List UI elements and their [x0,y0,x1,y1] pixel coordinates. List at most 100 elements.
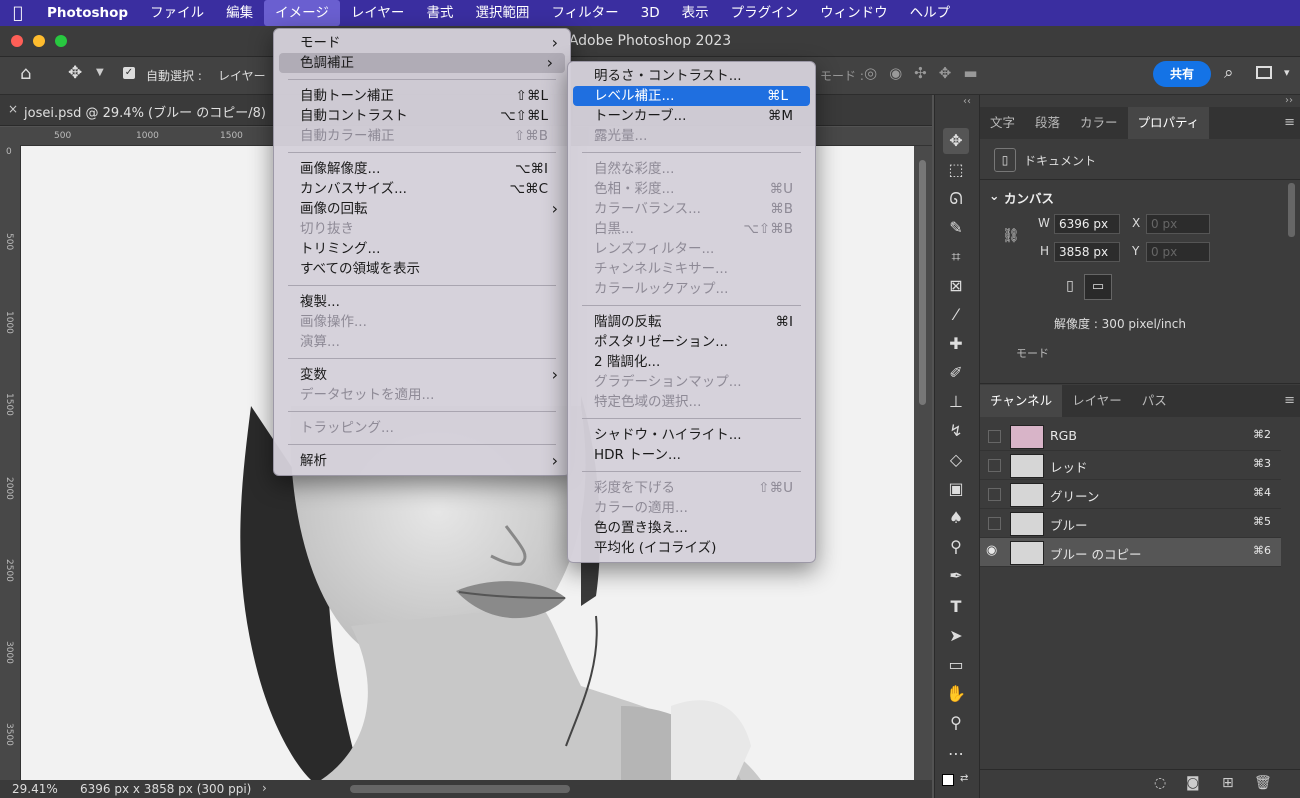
channel-row[interactable]: ◉ ブルー のコピー ⌘6 [980,538,1281,567]
foreground-color-swatch[interactable] [942,774,954,786]
landscape-orientation-icon[interactable]: ▭ [1084,274,1112,300]
menu-item[interactable]: 画像の回転 › [274,199,570,219]
link-icon[interactable]: ⛓ [1002,228,1020,244]
portrait-orientation-icon[interactable]: ▯ [1060,275,1080,297]
crop-tool-icon[interactable]: ⌗ [943,244,969,270]
path-select-tool-icon[interactable]: ➤ [943,623,969,649]
visibility-toggle[interactable] [988,488,1001,501]
tab-text[interactable]: 文字 [980,107,1025,139]
menu-item[interactable]: 自動コントラスト ⌥⇧⌘L [274,106,570,126]
menu-item[interactable]: 複製... [274,292,570,312]
expand-icon[interactable]: ›› [1285,95,1293,106]
chevron-right-icon[interactable]: › [262,781,267,795]
menubar-item[interactable]: レイヤー [340,0,416,26]
panel-menu-icon[interactable]: ≡ [1284,115,1295,130]
visibility-toggle[interactable] [988,430,1001,443]
search-icon[interactable]: ⌕ [1224,63,1234,83]
close-tab-icon[interactable]: × [8,102,18,116]
zoom-level[interactable]: 29.41% [12,782,58,796]
tab-layers[interactable]: レイヤー [1062,385,1132,417]
share-button[interactable]: 共有 [1153,61,1211,87]
menu-item[interactable]: 自動トーン補正 ⇧⌘L [274,86,570,106]
menu-item[interactable]: シャドウ・ハイライト... [568,425,815,445]
tab-channels[interactable]: チャンネル [980,385,1063,417]
menubar-item[interactable]: イメージ [264,0,340,26]
pen-tool-icon[interactable]: ✒ [943,563,969,589]
menu-item[interactable]: 2 階調化... [568,352,815,372]
lasso-tool-icon[interactable]: ᘏ [943,186,969,212]
menu-item[interactable]: トーンカーブ... ⌘M [568,106,815,126]
menubar-item[interactable]: ウィンドウ [809,0,899,26]
height-field[interactable]: 3858 px [1054,242,1120,262]
menu-item[interactable]: 階調の反転 ⌘I [568,312,815,332]
tab-paths[interactable]: パス [1132,385,1177,417]
menu-item[interactable]: 色調補正 › [279,53,565,73]
channel-row[interactable]: レッド ⌘3 [980,451,1281,480]
menubar-item[interactable]: 選択範囲 [464,0,540,26]
swap-colors-icon[interactable]: ⇄ [960,773,968,784]
move-tool-icon[interactable]: ✥ [943,128,969,154]
frame-tool-icon[interactable]: ⊠ [943,273,969,299]
tab-properties[interactable]: プロパティ [1127,107,1210,139]
menu-item[interactable]: トリミング... [274,239,570,259]
save-selection-icon[interactable]: ◙ [1186,775,1200,791]
chevron-down-icon[interactable]: ▾ [1284,66,1290,79]
menu-item[interactable]: カンバスサイズ... ⌥⌘C [274,179,570,199]
y-field[interactable]: 0 px [1146,242,1210,262]
canvas-section-chevron-icon[interactable]: ⌄ [989,188,999,203]
channel-row[interactable]: RGB ⌘2 [980,422,1281,451]
chevron-down-icon[interactable]: ▼ [96,67,104,78]
3d-tools-icons[interactable]: ◎◉✣✥▬ [864,64,990,82]
menubar-item[interactable]: ヘルプ [899,0,962,26]
quick-select-tool-icon[interactable]: ✎ [943,215,969,241]
menu-item[interactable]: 変数 › [274,365,570,385]
canvas-section-title[interactable]: カンバス [1004,188,1054,207]
menu-item[interactable]: HDR トーン... [568,445,815,465]
horizontal-scrollbar-thumb[interactable] [350,785,570,793]
channel-row[interactable]: グリーン ⌘4 [980,480,1281,509]
document-tab-title[interactable]: josei.psd @ 29.4% (ブルー のコピー/8) [24,102,266,121]
marquee-tool-icon[interactable]: ⬚ [943,157,969,183]
menubar-item[interactable]: ファイル [139,0,215,26]
workspace-icon[interactable] [1256,66,1272,79]
move-tool-options-icon[interactable]: ✥ [68,63,82,83]
hand-tool-icon[interactable]: ✋ [943,681,969,707]
brush-tool-icon[interactable]: ✐ [943,360,969,386]
channel-row[interactable]: ブルー ⌘5 [980,509,1281,538]
more-tools-icon[interactable]: ⋯ [943,741,969,767]
delete-channel-icon[interactable]: 🗑 [1254,775,1272,791]
tab-paragraph[interactable]: 段落 [1025,107,1070,139]
menu-item[interactable]: 平均化 (イコライズ) [568,538,815,558]
blur-tool-icon[interactable]: ♠ [943,505,969,531]
properties-scrollbar-thumb[interactable] [1288,183,1295,237]
visibility-eye-icon[interactable]: ◉ [986,543,997,558]
eraser-tool-icon[interactable]: ◇ [943,447,969,473]
x-field[interactable]: 0 px [1146,214,1210,234]
vertical-scrollbar-thumb[interactable] [919,160,926,405]
type-tool-icon[interactable]: T [943,594,969,620]
app-menu[interactable]: Photoshop [36,0,139,26]
menubar-item[interactable]: 3D [630,0,671,26]
zoom-tool-icon[interactable]: ⚲ [943,710,969,736]
rectangle-tool-icon[interactable]: ▭ [943,652,969,678]
eyedropper-tool-icon[interactable]: ⁄ [943,302,969,328]
gradient-tool-icon[interactable]: ▣ [943,476,969,502]
menu-item[interactable]: レベル補正... ⌘L [573,86,810,106]
menubar-item[interactable]: 書式 [415,0,464,26]
history-brush-tool-icon[interactable]: ↯ [943,418,969,444]
new-channel-icon[interactable]: ⊞ [1222,775,1234,791]
visibility-toggle[interactable] [988,459,1001,472]
visibility-toggle[interactable] [988,517,1001,530]
menubar-item[interactable]: プラグイン [720,0,810,26]
healing-brush-tool-icon[interactable]: ✚ [943,331,969,357]
menu-item[interactable]: 解析 › [274,451,570,471]
menubar-item[interactable]: フィルター [540,0,629,26]
menu-item[interactable]: ポスタリゼーション... [568,332,815,352]
load-selection-icon[interactable]: ◌ [1154,775,1166,791]
menu-item[interactable]: 画像解像度... ⌥⌘I [274,159,570,179]
menubar-item[interactable]: 編集 [215,0,264,26]
menubar-item[interactable]: 表示 [671,0,720,26]
stamp-tool-icon[interactable]: ⊥ [943,389,969,415]
apple-menu-icon[interactable]:  [0,0,36,26]
auto-select-dropdown[interactable]: レイヤー [218,67,266,84]
